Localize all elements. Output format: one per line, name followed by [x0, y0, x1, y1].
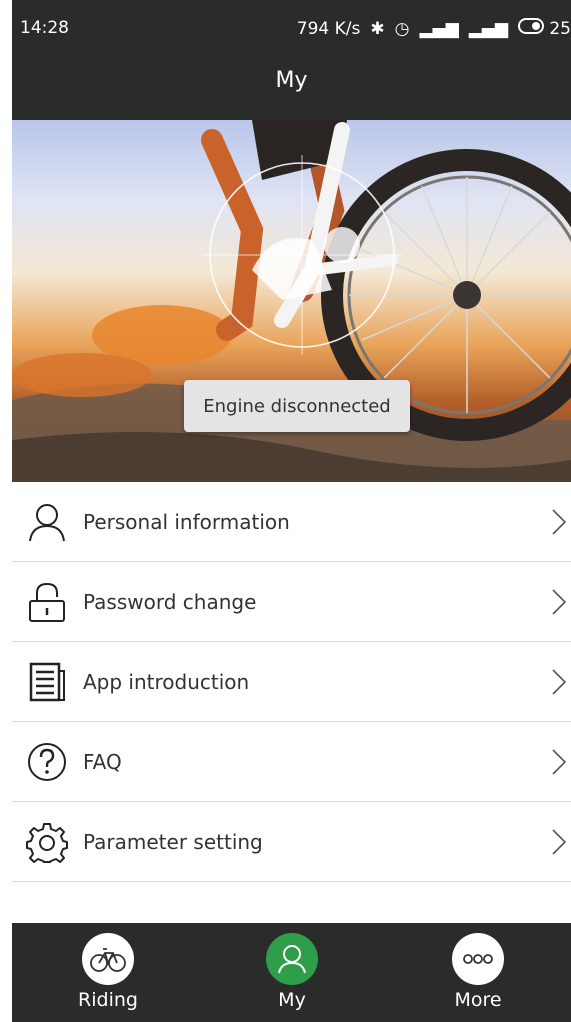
menu-list: Personal information Password change App…: [12, 482, 571, 882]
nav-icon-circle-active: [266, 933, 318, 985]
chevron-right-icon: [552, 749, 567, 775]
signal-icon: ▂▄▆: [419, 18, 459, 39]
menu-item-label: Password change: [83, 589, 257, 614]
menu-item-label: FAQ: [83, 749, 122, 774]
battery-level: 25: [549, 19, 571, 39]
nav-tab-my[interactable]: My: [232, 923, 352, 1022]
menu-item-label: Parameter setting: [83, 829, 263, 854]
bicycle-icon: [90, 948, 126, 972]
nav-tab-more[interactable]: More: [418, 923, 538, 1022]
nav-label-more: More: [454, 989, 502, 1011]
nav-label-riding: Riding: [78, 989, 138, 1011]
battery-icon: [517, 18, 544, 34]
page-title: My: [275, 68, 308, 93]
status-icons: 794 K/s ✱ ◷ ▂▄▆ ▂▄▆ 25: [297, 18, 571, 39]
menu-item-label: Personal information: [83, 509, 290, 534]
menu-item-app-introduction[interactable]: App introduction: [12, 642, 571, 722]
status-time: 14:28: [20, 18, 69, 38]
status-bar: 14:28 794 K/s ✱ ◷ ▂▄▆ ▂▄▆ 25: [12, 0, 571, 56]
person-icon: [29, 504, 65, 542]
person-icon: [278, 945, 306, 974]
nav-tab-riding[interactable]: Riding: [48, 923, 168, 1022]
chevron-right-icon: [552, 669, 567, 695]
nav-icon-circle: [452, 933, 504, 985]
signal-icon-2: ▂▄▆: [468, 18, 508, 39]
app-screen: 14:28 794 K/s ✱ ◷ ▂▄▆ ▂▄▆ 25 My Engine d…: [12, 0, 571, 1022]
chevron-right-icon: [552, 509, 567, 535]
chevron-right-icon: [552, 829, 567, 855]
top-bar: 14:28 794 K/s ✱ ◷ ▂▄▆ ▂▄▆ 25 My: [12, 0, 571, 120]
nav-icon-circle: [82, 933, 134, 985]
document-icon: [29, 662, 65, 702]
bluetooth-icon: ✱: [370, 18, 385, 39]
battery-indicator: 25: [517, 18, 571, 39]
alarm-icon: ◷: [394, 18, 410, 39]
menu-item-parameter-setting[interactable]: Parameter setting: [12, 802, 571, 882]
gear-icon: [26, 823, 68, 863]
menu-item-password-change[interactable]: Password change: [12, 562, 571, 642]
menu-item-faq[interactable]: FAQ: [12, 722, 571, 802]
engine-status-toast: Engine disconnected: [184, 380, 410, 432]
network-speed: 794 K/s: [296, 18, 361, 39]
nav-label-my: My: [278, 989, 306, 1011]
lock-icon: [29, 582, 65, 622]
chevron-right-icon: [552, 589, 567, 615]
question-icon: [28, 743, 66, 781]
menu-item-personal-information[interactable]: Personal information: [12, 482, 571, 562]
menu-item-label: App introduction: [83, 669, 250, 694]
bottom-navigation: Riding My More: [12, 923, 571, 1022]
more-dots-icon: [463, 954, 493, 964]
